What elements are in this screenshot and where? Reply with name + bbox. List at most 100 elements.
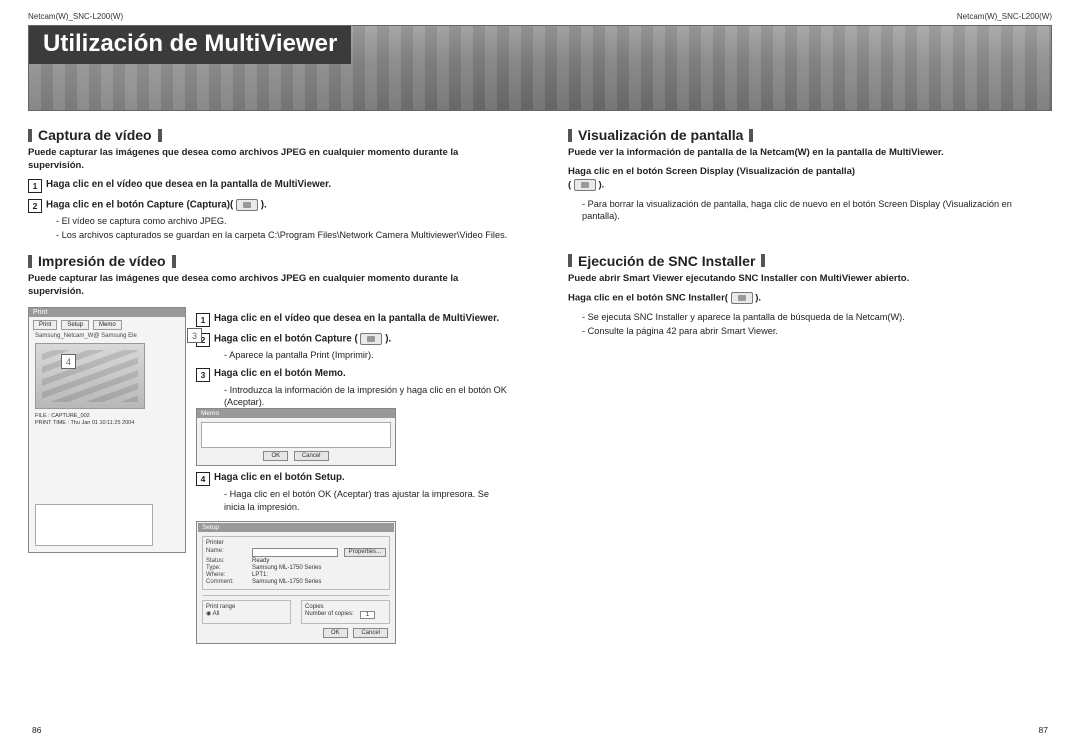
section-heading-visualizacion: Visualización de pantalla bbox=[568, 127, 1052, 143]
sub-text: - Se ejecuta SNC Installer y aparece la … bbox=[582, 311, 1052, 323]
step-text-b: ). bbox=[755, 292, 761, 303]
running-header: Netcam(W)_SNC-L200(W) Netcam(W)_SNC-L200… bbox=[28, 12, 1052, 21]
step-text-a: Haga clic en el botón Capture ( bbox=[214, 334, 358, 345]
intro-text: Puede abrir Smart Viewer ejecutando SNC … bbox=[568, 273, 1052, 286]
intro-text: Puede capturar las imágenes que desea co… bbox=[28, 147, 512, 173]
step-num-icon: 1 bbox=[196, 313, 210, 327]
sub-text: - Haga clic en el botón OK (Aceptar) tra… bbox=[224, 488, 512, 513]
print-preview-image bbox=[35, 343, 145, 409]
where-value: LPT1: bbox=[252, 572, 268, 578]
memo-title: Memo bbox=[197, 409, 395, 418]
where-label: Where: bbox=[206, 572, 246, 578]
header-right: Netcam(W)_SNC-L200(W) bbox=[957, 12, 1052, 21]
copies-group: Copies Number of copies: 1 bbox=[301, 600, 390, 624]
banner-title: Utilización de MultiViewer bbox=[29, 26, 351, 64]
cancel-button[interactable]: Cancel bbox=[353, 628, 388, 638]
heading-text: Impresión de vídeo bbox=[38, 253, 166, 269]
snc-installer-button-icon bbox=[731, 292, 753, 304]
step-text-b: ). bbox=[385, 334, 391, 345]
ok-button[interactable]: OK bbox=[323, 628, 348, 638]
right-column: Visualización de pantalla Puede ver la i… bbox=[568, 127, 1052, 644]
sub-text: - Aparece la pantalla Print (Imprimir). bbox=[224, 349, 512, 361]
group-label: Printer bbox=[206, 540, 386, 546]
step-num-icon: 1 bbox=[28, 179, 42, 193]
step-text: Haga clic en el botón Capture (Captura)(… bbox=[46, 199, 267, 211]
step-text: Haga clic en el botón Capture ( ). bbox=[214, 333, 391, 345]
setup-dialog-figure: Setup Printer Name: Properties... Status… bbox=[196, 521, 396, 644]
copies-label: Copies bbox=[305, 604, 386, 610]
memo-area bbox=[35, 504, 153, 546]
heading-bar-icon bbox=[568, 129, 572, 142]
type-value: Samsung ML-1750 Series bbox=[252, 565, 321, 571]
heading-text: Visualización de pantalla bbox=[578, 127, 743, 143]
tab-print[interactable]: Print bbox=[33, 320, 57, 330]
step-text: Haga clic en el vídeo que desea en la pa… bbox=[214, 313, 499, 324]
step-num-icon: 4 bbox=[196, 472, 210, 486]
heading-bar-icon bbox=[568, 254, 572, 267]
callout-3: 3 bbox=[187, 328, 202, 343]
status-label: Status: bbox=[206, 558, 246, 564]
print-dialog-tabs: Print Setup Memo bbox=[29, 317, 185, 333]
intro-text: Puede capturar las imágenes que desea co… bbox=[28, 273, 512, 299]
time-line: PRINT TIME : Thu Jan 01 10:11:25 2004 bbox=[35, 420, 179, 427]
section-heading-captura: Captura de vídeo bbox=[28, 127, 512, 143]
step-text-a: Haga clic en el botón Screen Display (Vi… bbox=[568, 166, 855, 177]
properties-button[interactable]: Properties... bbox=[344, 548, 386, 557]
tab-setup[interactable]: Setup bbox=[61, 320, 89, 330]
heading-bar-icon bbox=[28, 255, 32, 268]
file-line: FILE : CAPTURE_002 bbox=[35, 413, 179, 420]
type-label: Type: bbox=[206, 565, 246, 571]
heading-bar-icon bbox=[172, 255, 176, 268]
section-heading-impresion: Impresión de vídeo bbox=[28, 253, 512, 269]
banner: Utilización de MultiViewer bbox=[28, 25, 1052, 111]
sub-text: - Para borrar la visualización de pantal… bbox=[582, 198, 1052, 223]
step-text-c: ). bbox=[598, 179, 604, 190]
step-text: Haga clic en el botón Setup. bbox=[214, 472, 345, 483]
capture-button-icon bbox=[236, 199, 258, 211]
step-num-icon: 3 bbox=[196, 368, 210, 382]
radio-all[interactable]: All bbox=[206, 610, 287, 617]
step-1: 1 Haga clic en el vídeo que desea en la … bbox=[28, 179, 512, 193]
step-text: Haga clic en el botón Memo. bbox=[214, 368, 346, 379]
sub-text: - Introduzca la información de la impres… bbox=[224, 384, 512, 409]
heading-bar-icon bbox=[749, 129, 753, 142]
print-file-info: FILE : CAPTURE_002 PRINT TIME : Thu Jan … bbox=[29, 413, 185, 427]
step-2: 2 Haga clic en el botón Capture (Captura… bbox=[28, 199, 512, 213]
header-left: Netcam(W)_SNC-L200(W) bbox=[28, 12, 123, 21]
printer-select[interactable] bbox=[252, 548, 338, 557]
step-text-b: ( bbox=[568, 179, 571, 190]
screen-display-button-icon bbox=[574, 179, 596, 191]
intro-text: Puede ver la información de pantalla de … bbox=[568, 147, 1052, 160]
heading-text: Ejecución de SNC Installer bbox=[578, 253, 755, 269]
print-range-group: Print range All bbox=[202, 600, 291, 624]
name-label: Name: bbox=[206, 548, 246, 557]
tab-memo[interactable]: Memo bbox=[93, 320, 122, 330]
cancel-button[interactable]: Cancel bbox=[294, 451, 329, 461]
capture-button-icon bbox=[360, 333, 382, 345]
heading-text: Captura de vídeo bbox=[38, 127, 152, 143]
num-label: Number of copies: bbox=[305, 611, 354, 619]
heading-bar-icon bbox=[761, 254, 765, 267]
step-text-b: ). bbox=[261, 199, 267, 210]
sub-text: - El vídeo se captura como archivo JPEG. bbox=[56, 215, 512, 227]
ok-button[interactable]: OK bbox=[263, 451, 288, 461]
sub-text: - Consulte la página 42 para abrir Smart… bbox=[582, 325, 1052, 337]
heading-bar-icon bbox=[28, 129, 32, 142]
step-num-icon: 2 bbox=[28, 199, 42, 213]
step-text: Haga clic en el botón Screen Display (Vi… bbox=[568, 166, 1052, 192]
left-column: Captura de vídeo Puede capturar las imág… bbox=[28, 127, 512, 644]
print-meta: Samsung_Netcam_W@ Samsung Ele bbox=[29, 333, 185, 339]
step-text-a: Haga clic en el botón SNC Installer( bbox=[568, 292, 728, 303]
callout-4: 4 bbox=[61, 354, 76, 369]
step-2: 2 Haga clic en el botón Capture ( ). bbox=[196, 333, 512, 347]
page: Netcam(W)_SNC-L200(W) Netcam(W)_SNC-L200… bbox=[0, 0, 1080, 747]
status-value: Ready bbox=[252, 558, 269, 564]
print-steps: 1 Haga clic en el vídeo que desea en la … bbox=[196, 307, 512, 644]
num-value[interactable]: 1 bbox=[360, 611, 375, 619]
memo-dialog-figure: Memo OK Cancel bbox=[196, 408, 396, 466]
print-dialog-figure: Print Print Setup Memo 3 4 Samsung_Netca… bbox=[28, 307, 186, 553]
heading-bar-icon bbox=[158, 129, 162, 142]
step-text: Haga clic en el vídeo que desea en la pa… bbox=[46, 179, 331, 190]
comment-label: Comment: bbox=[206, 579, 246, 585]
memo-textarea[interactable] bbox=[201, 422, 391, 448]
